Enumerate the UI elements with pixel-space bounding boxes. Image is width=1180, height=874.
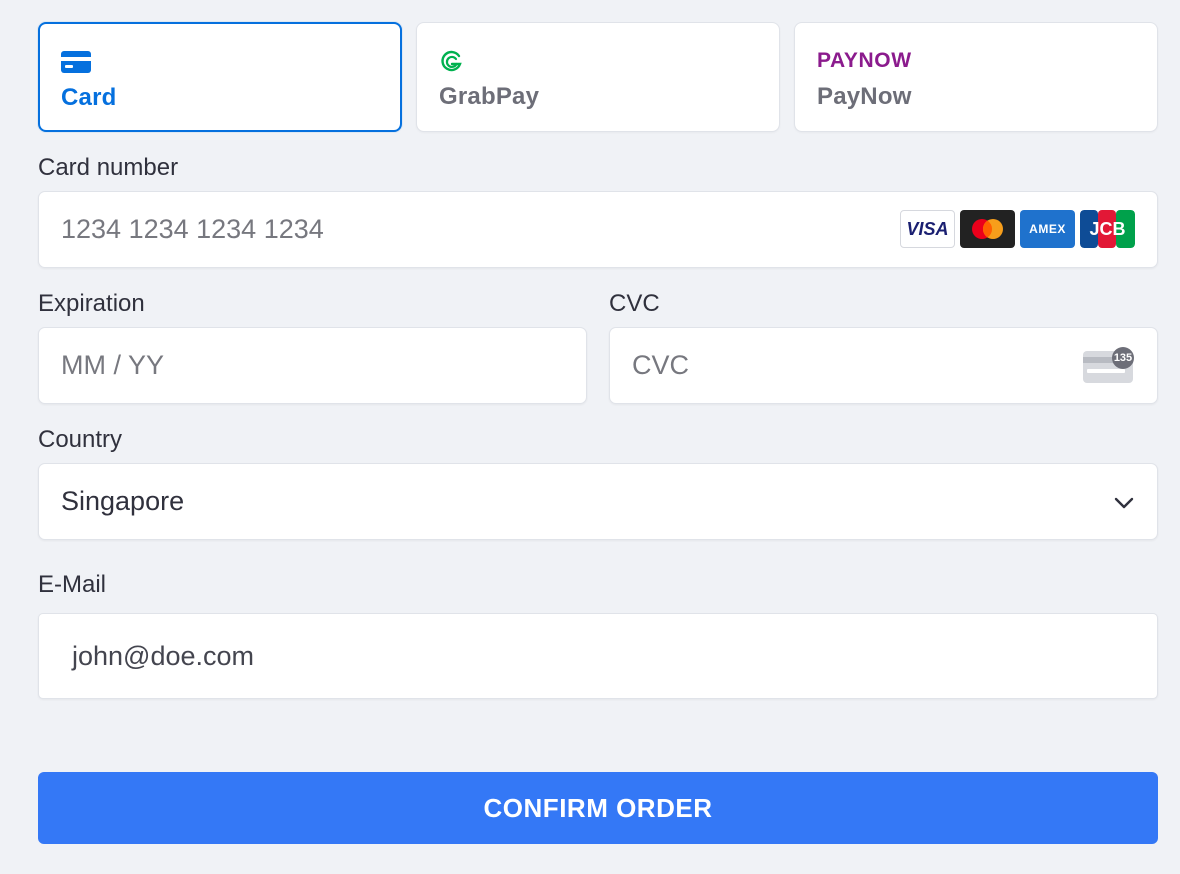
country-select[interactable]: Singapore	[38, 463, 1158, 540]
jcb-icon: JCB	[1080, 210, 1135, 248]
chevron-down-icon	[1113, 492, 1135, 519]
email-input[interactable]: john@doe.com	[38, 613, 1158, 699]
amex-icon: AMEX	[1020, 210, 1075, 248]
card-icon	[61, 50, 91, 74]
email-value: john@doe.com	[72, 640, 255, 671]
jcb-text: JCB	[1089, 218, 1126, 239]
tab-paynow-label: PayNow	[817, 83, 912, 110]
email-label: E-Mail	[38, 571, 107, 598]
cvc-card-icon: 135	[1081, 347, 1137, 385]
tab-grabpay[interactable]: GrabPay	[416, 22, 780, 132]
visa-text: VISA	[906, 218, 949, 239]
tab-card[interactable]: Card	[38, 22, 402, 132]
card-number-input[interactable]: 1234 1234 1234 1234 VISA AMEX JCB	[38, 191, 1158, 268]
grabpay-logo-icon	[439, 49, 465, 73]
expiration-placeholder: MM / YY	[61, 350, 165, 380]
card-number-placeholder: 1234 1234 1234 1234	[61, 214, 324, 244]
tab-paynow[interactable]: PAYNOW PayNow	[794, 22, 1158, 132]
paynow-logo-text: PAYNOW	[817, 49, 912, 72]
country-label: Country	[38, 426, 123, 453]
tab-card-label: Card	[61, 84, 117, 111]
tab-grabpay-label: GrabPay	[439, 83, 540, 110]
payment-method-tabs: Card GrabPay PAYNOW PayNow	[38, 22, 1158, 132]
confirm-order-button[interactable]: CONFIRM ORDER	[38, 772, 1158, 844]
confirm-order-label: CONFIRM ORDER	[483, 792, 713, 823]
cvc-placeholder: CVC	[632, 350, 690, 380]
mastercard-icon	[960, 210, 1015, 248]
paynow-logo-icon: PAYNOW	[817, 49, 912, 73]
amex-text: AMEX	[1029, 222, 1066, 236]
cvc-label: CVC	[609, 290, 660, 317]
cvc-input[interactable]: CVC 135	[609, 327, 1158, 404]
card-number-label: Card number	[38, 154, 179, 181]
country-value: Singapore	[61, 486, 185, 516]
cvc-icon-text: 135	[1113, 352, 1133, 364]
expiration-input[interactable]: MM / YY	[38, 327, 587, 404]
expiration-label: Expiration	[38, 290, 145, 317]
visa-icon: VISA	[900, 210, 955, 248]
